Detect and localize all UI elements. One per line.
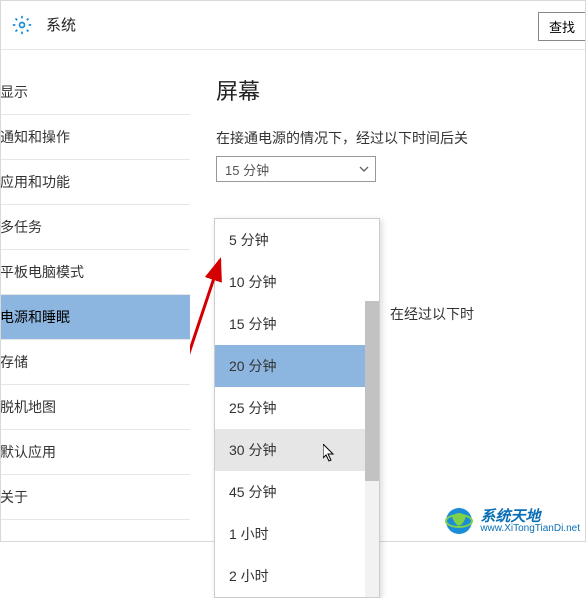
sidebar-item-4[interactable]: 平板电脑模式 [0, 250, 190, 295]
sidebar-item-3[interactable]: 多任务 [0, 205, 190, 250]
timeout-dropdown: 5 分钟10 分钟15 分钟20 分钟25 分钟30 分钟45 分钟1 小时2 … [214, 218, 380, 598]
sidebar-item-1[interactable]: 通知和操作 [0, 115, 190, 160]
sidebar-item-0[interactable]: 显示 [0, 70, 190, 115]
watermark: 系统天地 www.XiTongTianDi.net [444, 506, 580, 536]
dropdown-item-6[interactable]: 45 分钟 [215, 471, 379, 513]
main-panel: 屏幕 在接通电源的情况下，经过以下时间后关 15 分钟 在经过以下时 5 分钟1… [190, 50, 586, 542]
sidebar-item-5[interactable]: 电源和睡眠 [0, 295, 190, 340]
sidebar-item-6[interactable]: 存储 [0, 340, 190, 385]
scrollbar-thumb[interactable] [365, 301, 379, 481]
dropdown-item-7[interactable]: 1 小时 [215, 513, 379, 555]
search-button[interactable]: 查找 [538, 12, 586, 41]
sidebar-item-8[interactable]: 默认应用 [0, 430, 190, 475]
layout: 显示通知和操作应用和功能多任务平板电脑模式电源和睡眠存储脱机地图默认应用关于 屏… [0, 50, 586, 542]
header-title: 系统 [46, 14, 76, 35]
dropdown-item-3[interactable]: 20 分钟 [215, 345, 379, 387]
sidebar-item-9[interactable]: 关于 [0, 475, 190, 520]
section-title: 屏幕 [216, 74, 586, 106]
screen-timeout-description: 在接通电源的情况下，经过以下时间后关 [216, 128, 586, 148]
dropdown-item-1[interactable]: 10 分钟 [215, 261, 379, 303]
dropdown-item-8[interactable]: 2 小时 [215, 555, 379, 597]
globe-icon [444, 506, 474, 536]
dropdown-item-5[interactable]: 30 分钟 [215, 429, 379, 471]
chevron-down-icon [359, 162, 369, 177]
sidebar-item-7[interactable]: 脱机地图 [0, 385, 190, 430]
sidebar-item-2[interactable]: 应用和功能 [0, 160, 190, 205]
cursor-icon [323, 444, 337, 464]
timeout-combobox[interactable]: 15 分钟 [216, 156, 376, 182]
watermark-title: 系统天地 [480, 509, 580, 524]
partial-side-text: 在经过以下时 [390, 304, 474, 324]
dropdown-item-2[interactable]: 15 分钟 [215, 303, 379, 345]
dropdown-item-0[interactable]: 5 分钟 [215, 219, 379, 261]
dropdown-item-4[interactable]: 25 分钟 [215, 387, 379, 429]
gear-icon [12, 15, 32, 35]
combo-value: 15 分钟 [225, 160, 269, 179]
header-bar: 系统 [0, 0, 586, 50]
watermark-url: www.XiTongTianDi.net [480, 524, 580, 534]
sidebar: 显示通知和操作应用和功能多任务平板电脑模式电源和睡眠存储脱机地图默认应用关于 [0, 50, 190, 542]
